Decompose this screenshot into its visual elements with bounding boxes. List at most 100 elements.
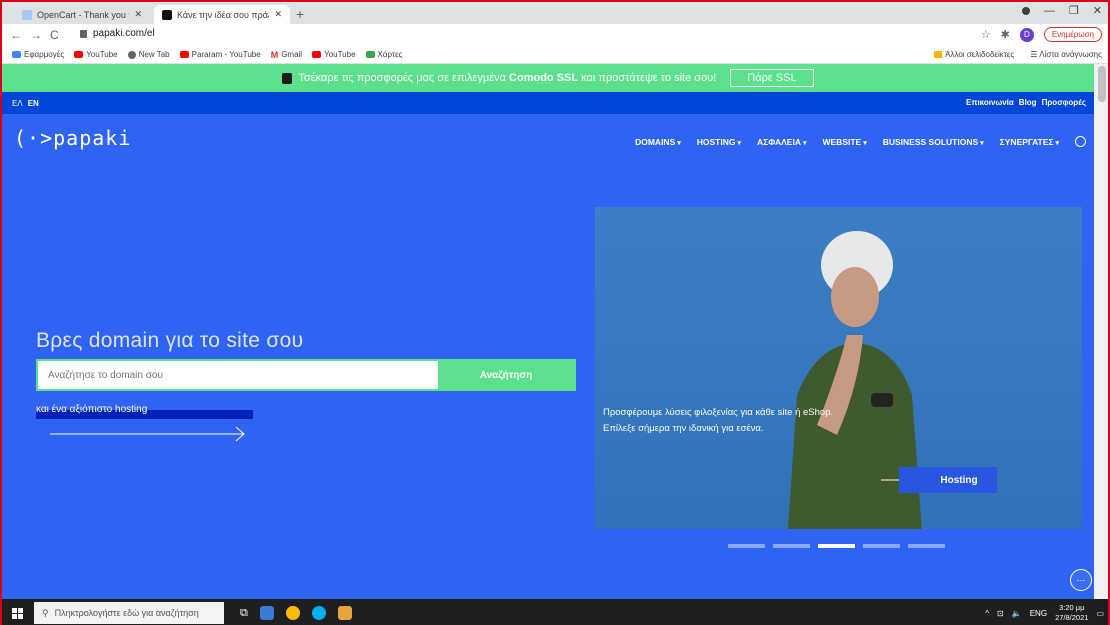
arrow-right-icon[interactable] bbox=[50, 426, 250, 442]
restore-button[interactable]: ❐ bbox=[1069, 4, 1079, 17]
volume-icon[interactable]: 🔈 bbox=[1012, 609, 1022, 618]
globe-icon bbox=[127, 50, 136, 59]
clock-time: 3:20 μμ bbox=[1059, 603, 1085, 612]
contact-link[interactable]: Επικοινωνία bbox=[966, 98, 1014, 107]
tab-papaki[interactable]: Κάνε την ιδέα σου πράξη με ένα ✕ bbox=[154, 5, 290, 24]
url-text: papaki.com/el bbox=[93, 28, 155, 39]
lang-el[interactable]: ΕΛ bbox=[12, 99, 23, 108]
page-scrollbar[interactable] bbox=[1094, 64, 1108, 599]
bookmarks-bar: Εφαρμογές YouTube New Tab Pararam - YouT… bbox=[2, 46, 1108, 64]
menu-business-solutions[interactable]: BUSINESS SOLUTIONS ▾ bbox=[883, 137, 984, 147]
minimize-button[interactable]: — bbox=[1044, 5, 1055, 17]
bookmark-youtube-2[interactable]: YouTube bbox=[312, 50, 356, 59]
hero-carousel-slide[interactable]: Προσφέρουμε λύσεις φιλοξενίας για κάθε s… bbox=[595, 207, 1082, 529]
hosting-button[interactable]: Hosting bbox=[899, 467, 997, 493]
menu-domains[interactable]: DOMAINS ▾ bbox=[635, 137, 681, 147]
close-tab-icon[interactable]: ✕ bbox=[274, 9, 282, 20]
reload-icon[interactable]: C bbox=[50, 28, 59, 42]
lang-en[interactable]: EN bbox=[28, 99, 39, 108]
clock[interactable]: 3:20 μμ 27/8/2021 bbox=[1055, 603, 1088, 623]
system-tray: ^ ⊡ 🔈 ENG 3:20 μμ 27/8/2021 ▭ bbox=[985, 603, 1104, 623]
carousel-dot-2[interactable] bbox=[773, 544, 810, 548]
bookmark-youtube[interactable]: YouTube bbox=[74, 50, 118, 59]
slide-text: Προσφέρουμε λύσεις φιλοξενίας για κάθε s… bbox=[603, 407, 834, 434]
bookmark-new-tab[interactable]: New Tab bbox=[127, 50, 170, 59]
bookmark-pararam[interactable]: Pararam - YouTube bbox=[179, 50, 261, 59]
other-bookmarks-label: Άλλοι σελιδοδείκτες bbox=[945, 50, 1015, 59]
carousel-dot-5[interactable] bbox=[908, 544, 945, 548]
scrollbar-thumb[interactable] bbox=[1098, 66, 1106, 102]
bookmark-apps[interactable]: Εφαρμογές bbox=[12, 50, 64, 59]
app-icon[interactable] bbox=[337, 606, 352, 620]
domain-search-input[interactable] bbox=[38, 361, 438, 389]
menu-website[interactable]: WEBSITE ▾ bbox=[822, 137, 866, 147]
menu-partners[interactable]: ΣΥΝΕΡΓΑΤΕΣ ▾ bbox=[1000, 137, 1059, 147]
opencart-favicon-icon bbox=[22, 9, 32, 20]
skype-icon[interactable] bbox=[311, 606, 326, 620]
hero-title: Βρες domain για το site σου bbox=[36, 329, 304, 352]
papaki-logo[interactable]: (·>papaki bbox=[14, 126, 131, 150]
chevron-up-icon[interactable]: ^ bbox=[985, 609, 989, 618]
close-tab-icon[interactable]: ✕ bbox=[134, 9, 142, 20]
bookmark-maps[interactable]: Χάρτες bbox=[365, 50, 403, 59]
blog-link[interactable]: Blog bbox=[1019, 98, 1037, 107]
get-ssl-button[interactable]: Πάρε SSL bbox=[730, 69, 814, 87]
domain-search: Αναζήτηση bbox=[36, 359, 576, 391]
star-icon[interactable]: ☆ bbox=[981, 28, 991, 41]
tab-opencart[interactable]: OpenCart - Thank you for downl ✕ bbox=[14, 5, 150, 24]
bookmark-label: Χάρτες bbox=[377, 50, 403, 59]
bookmark-label: YouTube bbox=[86, 50, 118, 59]
record-icon[interactable] bbox=[1021, 6, 1030, 15]
offers-link[interactable]: Προσφορές bbox=[1042, 98, 1086, 107]
search-icon: ⚲ bbox=[42, 607, 49, 618]
input-language[interactable]: ENG bbox=[1030, 609, 1047, 618]
start-button[interactable] bbox=[2, 607, 32, 619]
carousel-dot-1[interactable] bbox=[728, 544, 765, 548]
youtube-icon bbox=[74, 51, 84, 58]
hosting-subline[interactable]: και ένα αξιόπιστο hosting bbox=[36, 404, 147, 415]
chrome-icon[interactable] bbox=[285, 606, 300, 620]
back-icon[interactable]: ← bbox=[10, 28, 22, 42]
taskbar-search-placeholder: Πληκτρολογήστε εδώ για αναζήτηση bbox=[54, 608, 199, 618]
bookmark-gmail[interactable]: M Gmail bbox=[271, 50, 302, 60]
carousel-indicators bbox=[728, 544, 945, 548]
toolbar-right: ☆ ✱ D Ενημέρωση bbox=[981, 27, 1102, 42]
windows-logo-icon bbox=[11, 607, 23, 619]
tab-title: Κάνε την ιδέα σου πράξη με ένα bbox=[177, 9, 269, 20]
chat-bubble-icon[interactable]: ⋯ bbox=[1070, 569, 1092, 591]
other-bookmarks[interactable]: Άλλοι σελιδοδείκτες bbox=[934, 50, 1014, 59]
network-icon[interactable]: ⊡ bbox=[997, 609, 1004, 618]
notifications-icon[interactable]: ▭ bbox=[1096, 609, 1104, 618]
promo-banner: Τσέκαρε τις προσφορές μας σε επιλεγμένα … bbox=[2, 64, 1094, 92]
extensions-icon[interactable]: ✱ bbox=[1001, 28, 1010, 41]
bookmark-label: New Tab bbox=[138, 50, 170, 59]
user-account-icon[interactable] bbox=[1075, 136, 1086, 147]
update-button[interactable]: Ενημέρωση bbox=[1043, 27, 1102, 42]
menu-hosting[interactable]: HOSTING ▾ bbox=[697, 137, 741, 147]
window-controls: — ❐ ✕ bbox=[1021, 4, 1102, 17]
taskbar-search[interactable]: ⚲ Πληκτρολογήστε εδώ για αναζήτηση bbox=[34, 602, 224, 624]
avatar[interactable]: D bbox=[1019, 27, 1034, 42]
bookmark-label: Εφαρμογές bbox=[24, 50, 65, 59]
tab-title: OpenCart - Thank you for downl bbox=[37, 9, 129, 20]
bookmark-label: Pararam - YouTube bbox=[191, 50, 261, 59]
gmail-icon: M bbox=[270, 49, 279, 60]
close-window-button[interactable]: ✕ bbox=[1093, 4, 1102, 17]
carousel-dot-3[interactable] bbox=[818, 544, 855, 548]
lock-icon bbox=[80, 29, 87, 38]
papaki-favicon-icon bbox=[162, 9, 172, 20]
new-tab-button[interactable]: + bbox=[296, 6, 304, 22]
url-field[interactable]: papaki.com/el bbox=[80, 28, 155, 39]
carousel-dot-4[interactable] bbox=[863, 544, 900, 548]
youtube-icon bbox=[312, 51, 322, 58]
reading-list[interactable]: ☰ Λίστα ανάγνωσης bbox=[1030, 50, 1102, 59]
address-bar-row: ← → C papaki.com/el ☆ ✱ D Ενημέρωση bbox=[2, 24, 1108, 46]
bookmark-label: YouTube bbox=[324, 50, 356, 59]
forward-icon[interactable]: → bbox=[30, 28, 42, 42]
domain-search-button[interactable]: Αναζήτηση bbox=[438, 361, 574, 389]
task-view-icon[interactable]: ⧉ bbox=[240, 607, 248, 620]
folder-icon bbox=[934, 51, 943, 58]
menu-security[interactable]: ΑΣΦΑΛΕΙΑ ▾ bbox=[757, 137, 806, 147]
file-explorer-icon[interactable] bbox=[259, 606, 274, 620]
reading-list-icon: ☰ bbox=[1030, 50, 1040, 59]
